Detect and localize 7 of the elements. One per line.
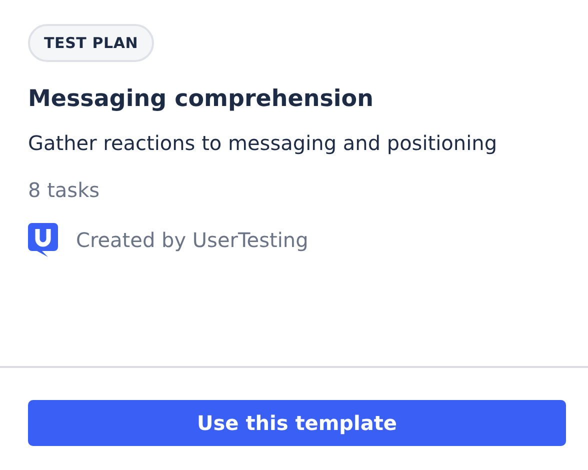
test-plan-badge: TEST PLAN bbox=[28, 24, 154, 62]
speech-bubble-icon bbox=[28, 222, 60, 258]
creator-label: Created by UserTesting bbox=[76, 228, 308, 252]
use-template-button[interactable]: Use this template bbox=[28, 400, 566, 446]
card-title: Messaging comprehension bbox=[28, 86, 374, 112]
task-count: 8 tasks bbox=[28, 178, 100, 202]
description: Gather reactions to messaging and positioning bbox=[28, 130, 498, 157]
